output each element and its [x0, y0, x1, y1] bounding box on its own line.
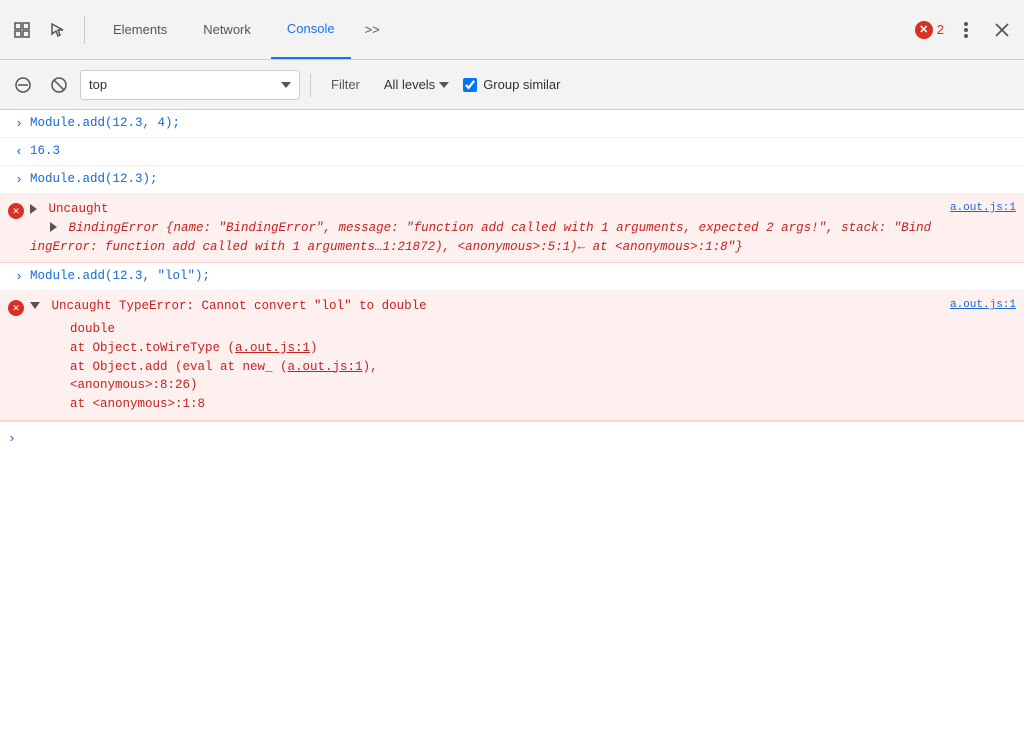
- expand-arrow-icon[interactable]: [30, 204, 37, 214]
- levels-dropdown[interactable]: All levels: [376, 70, 457, 100]
- error-source-link[interactable]: a.out.js:1: [934, 297, 1016, 311]
- block-icon[interactable]: [44, 70, 74, 100]
- group-similar-label[interactable]: Group similar: [463, 77, 560, 92]
- console-line: › Module.add(12.3, "lol");: [0, 263, 1024, 291]
- console-line: › Module.add(12.3);: [0, 166, 1024, 194]
- console-line: ‹ 16.3: [0, 138, 1024, 166]
- error-icon-prefix: ✕: [8, 297, 30, 316]
- group-similar-checkbox[interactable]: [463, 78, 477, 92]
- console-input-text: Module.add(12.3, "lol");: [30, 269, 210, 283]
- context-selector[interactable]: top: [80, 70, 300, 100]
- cursor-tool-icon[interactable]: [8, 16, 36, 44]
- toolbar-divider: [310, 73, 311, 97]
- context-value: top: [89, 77, 273, 92]
- error-icon-prefix: ✕: [8, 200, 30, 219]
- tab-bar: Elements Network Console >> ✕ 2: [0, 0, 1024, 60]
- console-input-field[interactable]: [24, 431, 1016, 445]
- console-input-line[interactable]: ›: [0, 421, 1024, 455]
- error-summary: Uncaught TypeError: Cannot convert "lol"…: [52, 299, 427, 313]
- console-toolbar: top Filter All levels Group similar: [0, 60, 1024, 110]
- clear-console-icon[interactable]: [8, 70, 38, 100]
- more-options-icon[interactable]: [952, 16, 980, 44]
- error-title: Uncaught: [49, 202, 109, 216]
- output-arrow-icon: ‹: [8, 142, 30, 159]
- error-expanded-line: ✕ Uncaught TypeError: Cannot convert "lo…: [0, 291, 1024, 421]
- error-source-link[interactable]: a.out.js:1: [934, 200, 1016, 214]
- console-output-text: 16.3: [30, 144, 60, 158]
- console-prompt-icon: ›: [8, 431, 16, 446]
- devtools-controls: [8, 16, 85, 44]
- collapse-arrow-icon[interactable]: [30, 302, 40, 309]
- input-arrow-icon: ›: [8, 267, 30, 284]
- input-arrow-icon: ›: [8, 170, 30, 187]
- input-arrow-icon: ›: [8, 114, 30, 131]
- tab-elements[interactable]: Elements: [97, 0, 183, 59]
- tab-network[interactable]: Network: [187, 0, 267, 59]
- error-stack-line: at Object.toWireType (a.out.js:1): [34, 339, 934, 358]
- console-line: › Module.add(12.3, 4);: [0, 110, 1024, 138]
- close-devtools-icon[interactable]: [988, 16, 1016, 44]
- inspect-tool-icon[interactable]: [44, 16, 72, 44]
- error-detail: BindingError {name: "BindingError", mess…: [30, 221, 931, 254]
- error-circle-icon: ✕: [8, 203, 24, 219]
- tab-console[interactable]: Console: [271, 0, 351, 59]
- error-stack-line: <anonymous>:8:26): [34, 376, 934, 395]
- filter-button[interactable]: Filter: [321, 70, 370, 100]
- console-input-text: Module.add(12.3, 4);: [30, 116, 180, 130]
- error-count: 2: [937, 22, 944, 37]
- error-stack-line: at <anonymous>:1:8: [34, 395, 934, 414]
- console-input-text: Module.add(12.3);: [30, 172, 158, 186]
- error-line: ✕ Uncaught BindingError {name: "BindingE…: [0, 194, 1024, 263]
- tab-bar-right: ✕ 2: [915, 16, 1016, 44]
- error-count-icon: ✕: [915, 21, 933, 39]
- error-circle-icon: ✕: [8, 300, 24, 316]
- tab-overflow[interactable]: >>: [355, 14, 390, 45]
- error-badge: ✕ 2: [915, 21, 944, 39]
- error-stack-line: at Object.add (eval at new_ (a.out.js:1)…: [34, 358, 934, 377]
- console-output: › Module.add(12.3, 4); ‹ 16.3 › Module.a…: [0, 110, 1024, 730]
- expand-detail-arrow-icon[interactable]: [50, 222, 57, 232]
- error-stack-line: double: [34, 320, 934, 339]
